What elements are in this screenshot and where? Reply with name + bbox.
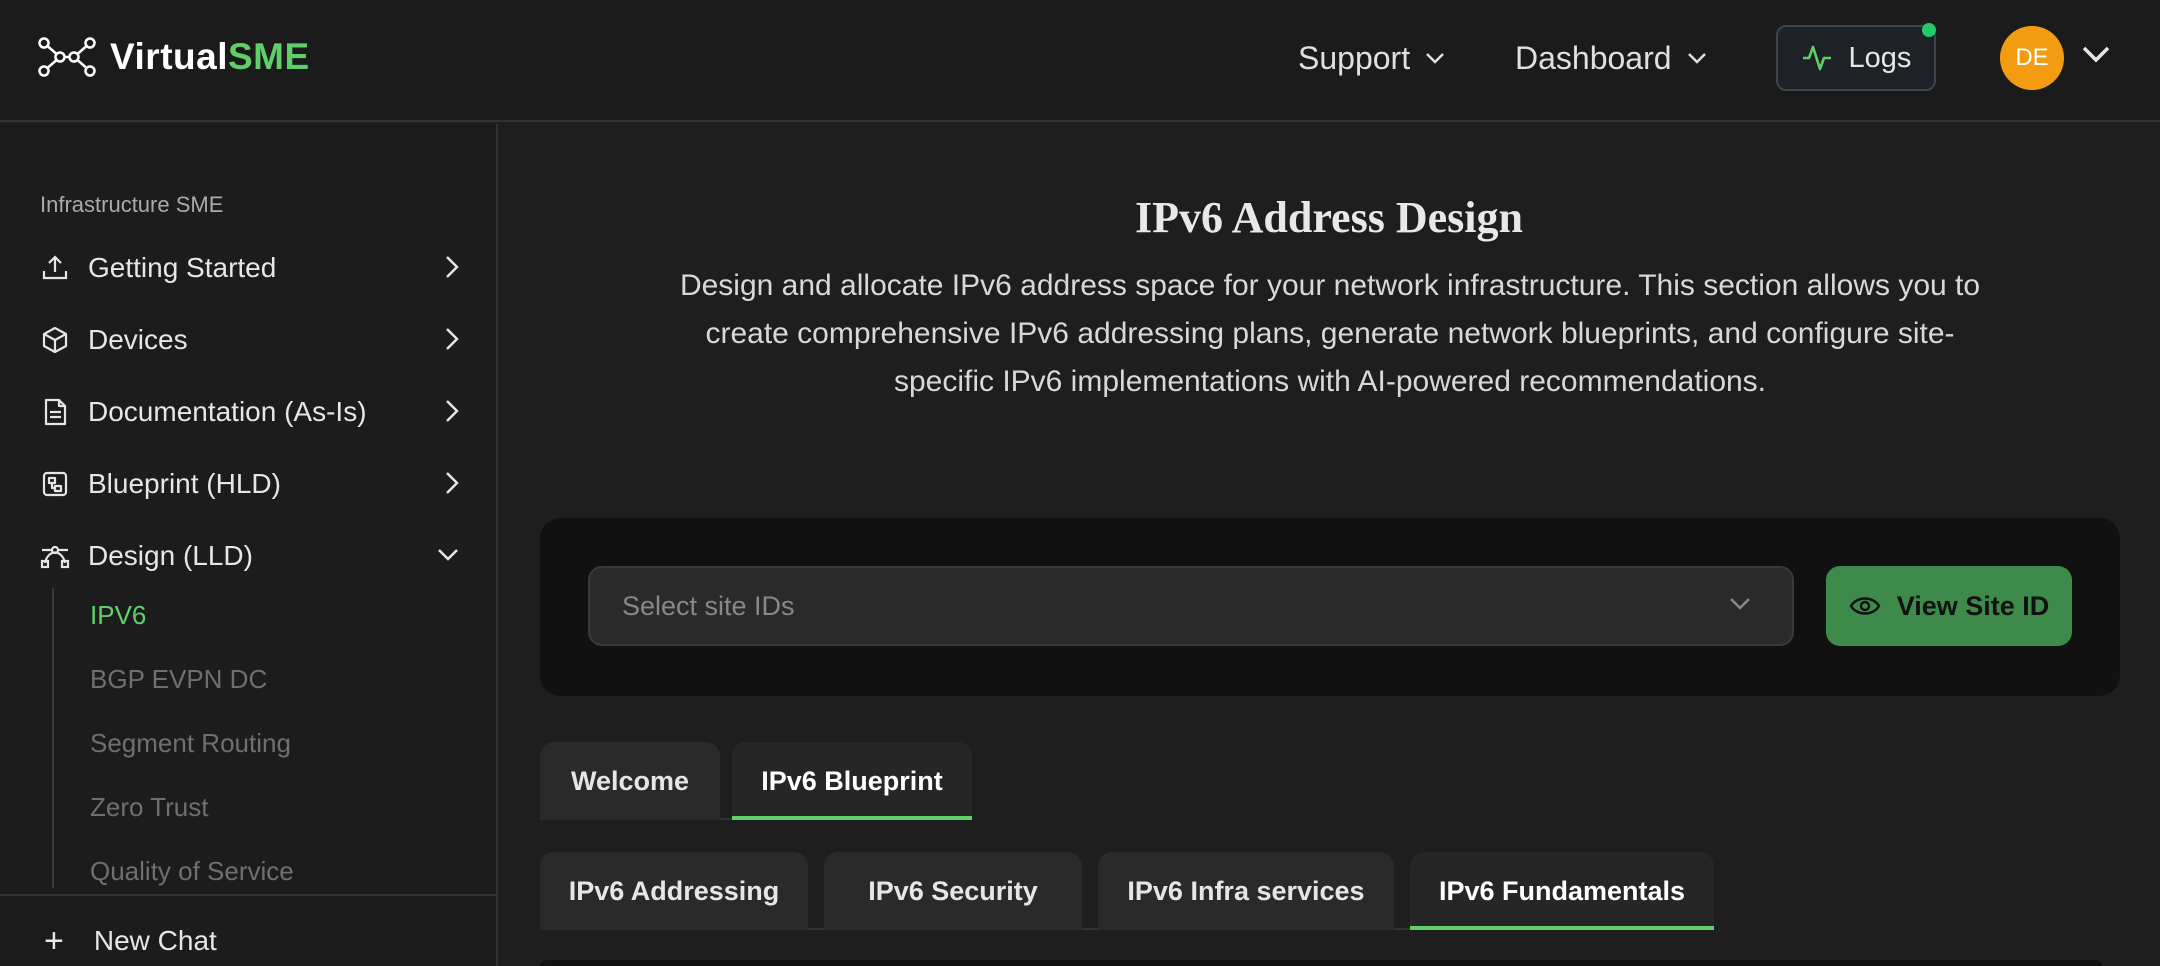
cube-icon	[40, 325, 70, 355]
sidebar-subitem-segment-routing[interactable]: Segment Routing	[90, 728, 291, 759]
site-id-select[interactable]: Select site IDs	[588, 566, 1794, 646]
logo[interactable]: VirtualSME	[38, 36, 310, 78]
sidebar-item-label: Documentation (As-Is)	[88, 396, 367, 427]
chevron-down-icon	[1687, 53, 1706, 64]
site-selector-panel: Select site IDs View Site ID	[540, 518, 2120, 696]
sidebar-subitem-zero-trust[interactable]: Zero Trust	[90, 792, 208, 823]
sidebar-item-label: Getting Started	[88, 252, 277, 283]
top-header: VirtualSME Support Dashboard Logs DE	[0, 0, 2160, 122]
subtab-ipv6-infra-services[interactable]: IPv6 Infra services	[1098, 852, 1394, 930]
logs-button[interactable]: Logs	[1776, 23, 1936, 91]
logo-text: VirtualSME	[110, 36, 310, 78]
view-site-id-button[interactable]: View Site ID	[1826, 566, 2072, 646]
subtab-label: IPv6 Infra services	[1127, 875, 1365, 906]
subtab-ipv6-fundamentals[interactable]: IPv6 Fundamentals	[1410, 852, 1714, 930]
chevron-right-icon	[446, 400, 459, 422]
subtab-label: IPv6 Fundamentals	[1438, 875, 1686, 906]
logs-label: Logs	[1848, 41, 1912, 74]
subtab-ipv6-addressing[interactable]: IPv6 Addressing	[540, 852, 808, 930]
chevron-right-icon	[446, 256, 459, 278]
subtab-label: IPv6 Security	[868, 875, 1038, 906]
avatar-initials: DE	[2015, 44, 2049, 71]
sidebar-item-label: Devices	[88, 324, 188, 355]
tab-label: IPv6 Blueprint	[761, 765, 943, 796]
chevron-down-icon	[1426, 53, 1444, 64]
upload-icon	[40, 253, 70, 283]
activity-icon	[1802, 45, 1831, 71]
sidebar-subitem-quality-of-service[interactable]: Quality of Service	[90, 856, 294, 887]
chevron-right-icon	[446, 472, 459, 494]
sidebar-item-getting-started[interactable]: Getting Started	[40, 244, 460, 292]
view-site-id-label: View Site ID	[1896, 590, 2050, 621]
new-chat-button[interactable]: + New Chat	[44, 924, 217, 958]
nav-dashboard[interactable]: Dashboard	[1515, 34, 1708, 82]
nav-support-label: Support	[1298, 39, 1411, 76]
new-chat-label: New Chat	[93, 925, 217, 956]
logo-text-accent: SME	[227, 36, 310, 77]
nav-support[interactable]: Support	[1298, 34, 1446, 82]
eye-icon	[1849, 597, 1881, 615]
sidebar-item-devices[interactable]: Devices	[40, 316, 460, 364]
sidebar-section-label: Infrastructure SME	[40, 192, 224, 217]
site-select-placeholder: Select site IDs	[622, 590, 795, 621]
tab-welcome[interactable]: Welcome	[540, 742, 720, 820]
chevron-down-icon[interactable]	[2080, 44, 2112, 66]
subtab-label: IPv6 Addressing	[568, 875, 780, 906]
sidebar-item-label: Blueprint (HLD)	[88, 468, 281, 499]
plus-icon: +	[44, 922, 64, 960]
tab-label: Welcome	[570, 765, 690, 796]
sidebar-subitem-ipv6[interactable]: IPV6	[90, 600, 146, 631]
sidebar: Infrastructure SME Getting Started Devic…	[0, 124, 498, 966]
blueprint-icon	[40, 469, 70, 499]
content-panel-edge	[540, 960, 2102, 966]
nav-dashboard-label: Dashboard	[1515, 39, 1672, 76]
chevron-right-icon	[446, 328, 459, 350]
tab-ipv6-blueprint[interactable]: IPv6 Blueprint	[732, 742, 972, 820]
sidebar-subitem-bgp-evpn-dc[interactable]: BGP EVPN DC	[90, 664, 267, 695]
notification-dot	[1922, 23, 1936, 37]
sidebar-item-blueprint[interactable]: Blueprint (HLD)	[40, 460, 460, 508]
chevron-down-icon	[1730, 598, 1750, 610]
page-description: Design and allocate IPv6 address space f…	[679, 269, 1981, 398]
sidebar-item-documentation[interactable]: Documentation (As-Is)	[40, 388, 460, 436]
chevron-down-icon	[438, 549, 458, 561]
sidebar-item-label: Design (LLD)	[88, 540, 253, 571]
submenu-line	[52, 588, 54, 888]
network-logo-icon	[38, 37, 96, 77]
sidebar-divider	[0, 894, 498, 896]
bezier-icon	[40, 541, 70, 571]
document-icon	[40, 397, 70, 427]
page-title: IPv6 Address Design	[1135, 193, 1523, 242]
subtab-ipv6-security[interactable]: IPv6 Security	[824, 852, 1082, 930]
logo-text-main: Virtual	[110, 36, 228, 77]
avatar[interactable]: DE	[2000, 26, 2064, 90]
sidebar-item-design[interactable]: Design (LLD)	[40, 532, 460, 580]
